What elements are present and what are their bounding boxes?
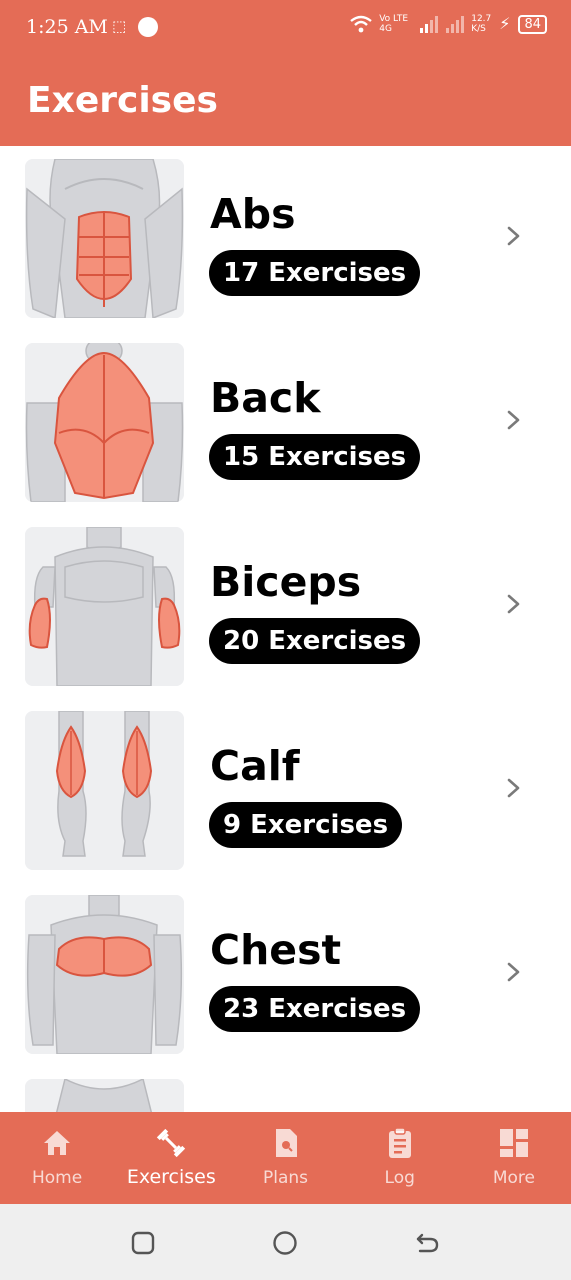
nav-exercises[interactable]: Exercises bbox=[114, 1112, 228, 1204]
chevron-right-icon bbox=[507, 594, 520, 614]
battery-level: 84 bbox=[518, 14, 547, 34]
list-item-title: Back bbox=[210, 374, 321, 422]
nav-plans[interactable]: Plans bbox=[228, 1112, 342, 1204]
muscle-group-list[interactable]: Abs 17 Exercises Back 15 Exercises Bicep… bbox=[0, 146, 571, 1112]
list-item-calf[interactable]: Calf 9 Exercises bbox=[0, 698, 571, 882]
muscle-image-partial bbox=[25, 1079, 184, 1112]
chest-muscle-image bbox=[25, 895, 184, 1054]
plans-doc-icon bbox=[275, 1129, 297, 1157]
chevron-right-icon bbox=[507, 962, 520, 982]
calf-muscle-image bbox=[25, 711, 184, 870]
chevron-right-icon bbox=[507, 778, 520, 798]
exercise-count-badge: 20 Exercises bbox=[209, 618, 421, 664]
biceps-muscle-image bbox=[25, 527, 184, 686]
page-title: Exercises bbox=[27, 80, 218, 121]
nav-log[interactable]: Log bbox=[343, 1112, 457, 1204]
recents-button[interactable] bbox=[130, 1230, 156, 1256]
status-bar: 1:25 AM ⬚ Vo LTE 4G 12.7 K/S ⚡ 84 bbox=[0, 0, 571, 58]
wifi-icon bbox=[350, 15, 372, 33]
nav-label: Plans bbox=[262, 1168, 309, 1188]
list-item-title: Abs bbox=[210, 190, 296, 238]
home-icon bbox=[44, 1131, 71, 1155]
nav-label: Exercises bbox=[126, 1166, 216, 1188]
nav-label: Home bbox=[32, 1168, 83, 1188]
list-item-chest[interactable]: Chest 23 Exercises bbox=[0, 882, 571, 1066]
signal-icon bbox=[420, 16, 439, 33]
home-button[interactable] bbox=[272, 1230, 298, 1256]
list-item-biceps[interactable]: Biceps 20 Exercises bbox=[0, 514, 571, 698]
clipboard-icon bbox=[388, 1127, 411, 1158]
app-bar: Exercises bbox=[0, 58, 571, 146]
nav-home[interactable]: Home bbox=[0, 1112, 114, 1204]
exercise-count-badge: 23 Exercises bbox=[209, 986, 421, 1032]
nav-more[interactable]: More bbox=[457, 1112, 571, 1204]
chevron-right-icon bbox=[507, 410, 520, 430]
exercise-count-badge: 9 Exercises bbox=[209, 802, 403, 848]
back-muscle-image bbox=[25, 343, 184, 502]
network-speed: 12.7 K/S bbox=[471, 14, 492, 34]
status-right-cluster: Vo LTE 4G 12.7 K/S ⚡ 84 bbox=[349, 14, 547, 34]
list-item-abs[interactable]: Abs 17 Exercises bbox=[0, 146, 571, 330]
back-button[interactable] bbox=[414, 1230, 440, 1256]
sim-icon: ⬚ bbox=[112, 17, 127, 35]
system-navigation-bar bbox=[0, 1204, 571, 1280]
dashboard-icon bbox=[499, 1129, 528, 1157]
chevron-right-icon bbox=[507, 226, 520, 246]
signal-icon-2 bbox=[446, 16, 465, 33]
list-item-partial[interactable] bbox=[0, 1066, 571, 1112]
nav-label: Log bbox=[384, 1168, 415, 1188]
exercise-count-badge: 17 Exercises bbox=[209, 250, 421, 296]
list-item-back[interactable]: Back 15 Exercises bbox=[0, 330, 571, 514]
list-item-title: Chest bbox=[210, 926, 342, 974]
bottom-navigation: Home Exercises Plans Log More bbox=[0, 1112, 571, 1204]
abs-muscle-image bbox=[25, 159, 184, 318]
list-item-title: Biceps bbox=[210, 558, 362, 606]
charging-icon: ⚡ bbox=[499, 14, 511, 33]
nav-label: More bbox=[492, 1168, 535, 1188]
dumbbell-icon bbox=[157, 1128, 186, 1158]
network-type: Vo LTE 4G bbox=[379, 14, 409, 34]
exercise-count-badge: 15 Exercises bbox=[209, 434, 421, 480]
status-time: 1:25 AM bbox=[26, 16, 108, 38]
list-item-title: Calf bbox=[210, 742, 300, 790]
notification-dot-icon bbox=[138, 17, 158, 37]
